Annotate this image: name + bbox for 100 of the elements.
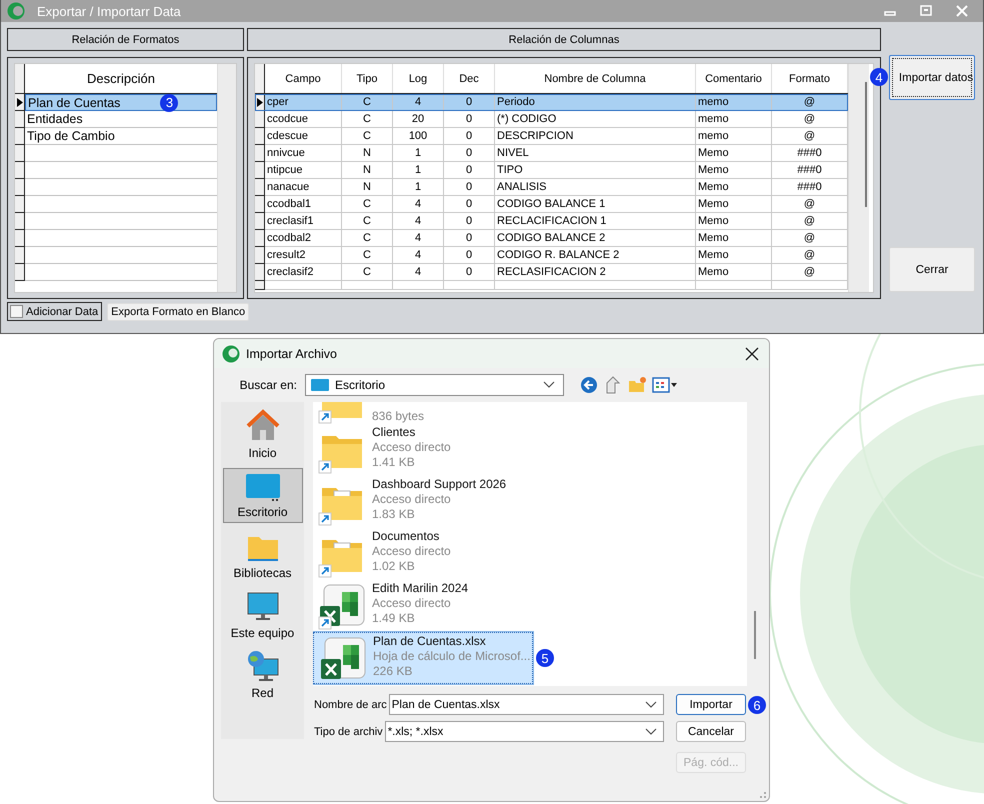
row-selector-cell[interactable] <box>255 281 265 290</box>
column-row[interactable]: cresult2 C 4 0 CODIGO R. BALANCE 2 Memo @ <box>255 247 848 264</box>
file-type-dropdown[interactable]: *.xls; *.xlsx <box>384 721 664 742</box>
table-cell: C <box>342 128 393 145</box>
row-selector-cell[interactable] <box>15 264 25 281</box>
row-selector-cell[interactable] <box>255 111 265 128</box>
column-row[interactable]: nnivcue N 1 0 NIVEL Memo ###0 <box>255 145 848 162</box>
row-selector-cell[interactable] <box>255 145 265 162</box>
column-header: Campo <box>265 64 342 93</box>
row-selector-cell[interactable] <box>15 247 25 264</box>
row-selector-cell[interactable] <box>15 179 25 196</box>
table-cell: 4 <box>393 264 444 281</box>
column-row[interactable]: ntipcue N 1 0 TIPO Memo ###0 <box>255 162 848 179</box>
place-item[interactable]: Bibliotecas <box>222 528 302 583</box>
scrollbar-thumb[interactable] <box>865 82 867 207</box>
format-row[interactable]: Entidades <box>25 111 217 128</box>
column-row[interactable]: cdescue C 100 0 DESCRIPCION memo @ <box>255 128 848 145</box>
place-item[interactable]: Inicio <box>222 408 302 463</box>
maximize-icon[interactable] <box>919 4 933 18</box>
row-selector-cell[interactable] <box>255 196 265 213</box>
table-cell: memo <box>696 111 772 128</box>
row-selector-cell[interactable] <box>15 145 25 162</box>
row-selector-cell[interactable] <box>255 128 265 145</box>
row-selector-cell[interactable] <box>15 111 25 128</box>
table-cell: N <box>342 162 393 179</box>
dialog-button[interactable]: Importar <box>676 694 746 715</box>
file-item[interactable]: Documentos Acceso directo 1.02 KB <box>313 528 533 580</box>
table-cell: memo <box>696 128 772 145</box>
table-cell: cdescue <box>265 128 342 145</box>
file-type: Acceso directo <box>372 596 452 611</box>
chevron-down-icon <box>543 381 555 389</box>
table-cell: 1 <box>393 179 444 196</box>
close-icon[interactable] <box>745 346 759 360</box>
row-selector-cell[interactable] <box>255 247 265 264</box>
row-selector-cell[interactable] <box>15 162 25 179</box>
row-selector-cell[interactable] <box>15 94 25 111</box>
action-button[interactable]: Cerrar <box>889 247 975 292</box>
column-header: Descripción <box>86 70 156 88</box>
action-button[interactable]: Importar datos <box>889 55 975 100</box>
desktop-icon <box>311 379 329 391</box>
column-header: Nombre de Columna <box>495 64 696 93</box>
look-in-label: Buscar en: <box>238 378 298 392</box>
table-cell: (*) CODIGO <box>495 111 696 128</box>
column-row[interactable]: nanacue N 1 0 ANALISIS Memo ###0 <box>255 179 848 196</box>
file-name-label: Nombre de arc <box>314 698 388 710</box>
column-row[interactable]: cper C 4 0 Periodo memo @ <box>255 94 848 111</box>
file-name-field[interactable]: Plan de Cuentas.xlsx <box>388 694 664 715</box>
place-item[interactable]: Escritorio <box>222 468 302 523</box>
column-row[interactable]: creclasif1 C 4 0 RECLACIFICACION 1 Memo @ <box>255 213 848 230</box>
table-cell: 0 <box>444 179 495 196</box>
row-selector-cell[interactable] <box>255 264 265 281</box>
house-icon <box>246 408 280 442</box>
row-selector-cell[interactable] <box>15 213 25 230</box>
column-row[interactable]: ccodcue C 20 0 (*) CODIGO memo @ <box>255 111 848 128</box>
table-cell: Memo <box>696 196 772 213</box>
table-cell: ccodcue <box>265 111 342 128</box>
file-item[interactable]: 836 bytes <box>313 402 533 424</box>
table-cell: C <box>342 111 393 128</box>
file-item[interactable]: Edith Marilin 2024 Acceso directo 1.49 KB <box>313 580 533 632</box>
file-type: Hoja de cálculo de Microsof... <box>373 649 530 664</box>
table-cell: ANALISIS <box>495 179 696 196</box>
export-blank-button[interactable]: Exporta Formato en Blanco <box>107 302 250 320</box>
place-item[interactable]: Este equipo <box>222 588 302 643</box>
file-item[interactable]: Dashboard Support 2026 Acceso directo 1.83 KB <box>313 476 533 528</box>
format-row[interactable]: Tipo de Cambio <box>25 128 217 145</box>
row-selector-cell[interactable] <box>255 213 265 230</box>
dialog-button[interactable]: Cancelar <box>676 721 746 742</box>
up-folder-icon[interactable] <box>604 376 622 394</box>
table-cell: 4 <box>393 230 444 247</box>
table-cell: 0 <box>444 128 495 145</box>
resize-grip-icon[interactable] <box>757 789 767 799</box>
column-row[interactable]: ccodbal2 C 4 0 CODIGO BALANCE 2 Memo @ <box>255 230 848 247</box>
table-cell: ccodbal1 <box>265 196 342 213</box>
place-item[interactable]: Red <box>222 648 302 703</box>
file-size: 1.83 KB <box>372 507 416 522</box>
row-selector-cell[interactable] <box>255 162 265 179</box>
table-cell: Memo <box>696 162 772 179</box>
row-selector-cell[interactable] <box>15 230 25 247</box>
row-selector-cell[interactable] <box>255 230 265 247</box>
row-selector-cell[interactable] <box>15 196 25 213</box>
row-selector-cell[interactable] <box>15 128 25 145</box>
table-cell: 0 <box>444 111 495 128</box>
table-cell: 0 <box>444 145 495 162</box>
file-item[interactable]: Clientes Acceso directo 1.41 KB <box>313 424 533 476</box>
file-size: 1.02 KB <box>372 559 416 574</box>
table-cell: C <box>342 230 393 247</box>
table-cell: 0 <box>444 196 495 213</box>
table-cell: Memo <box>696 264 772 281</box>
table-cell: 0 <box>444 213 495 230</box>
column-row[interactable]: ccodbal1 C 4 0 CODIGO BALANCE 1 Memo @ <box>255 196 848 213</box>
add-data-checkbox[interactable]: Adicionar Data <box>7 302 102 321</box>
file-type: Acceso directo <box>372 544 451 559</box>
row-selector-cell[interactable] <box>255 179 265 196</box>
view-menu-icon[interactable] <box>652 376 678 394</box>
scrollbar-thumb[interactable] <box>754 611 756 659</box>
table-cell: cresult2 <box>265 247 342 264</box>
format-row[interactable]: Plan de Cuentas 3 <box>25 94 217 111</box>
row-selector-cell[interactable] <box>255 94 265 111</box>
column-row[interactable]: creclasif2 C 4 0 RECLASIFICACION 2 Memo @ <box>255 264 848 281</box>
look-in-dropdown[interactable]: Escritorio <box>305 374 564 396</box>
